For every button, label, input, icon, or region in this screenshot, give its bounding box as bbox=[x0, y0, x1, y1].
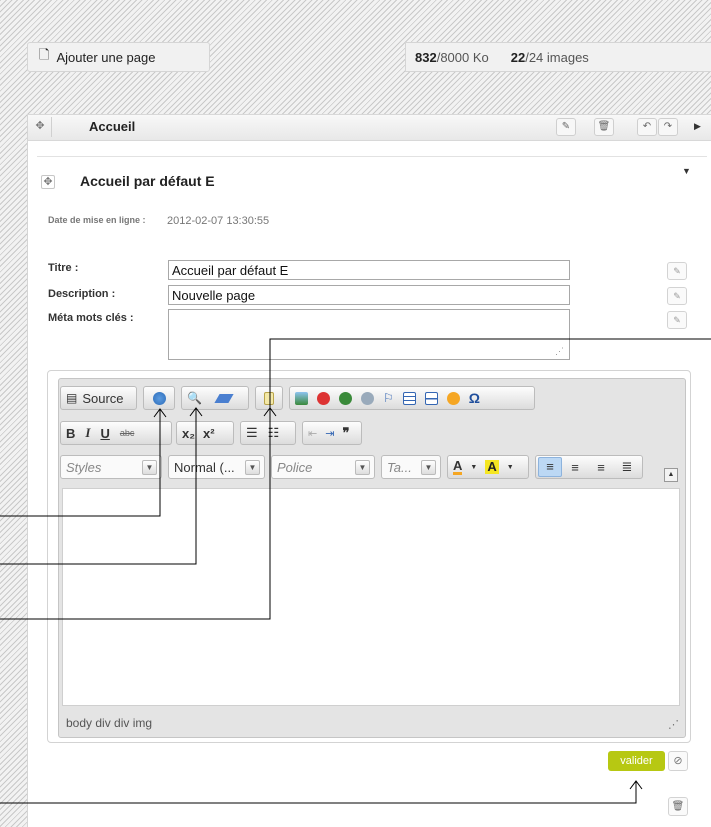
bg-color-arrow-icon[interactable]: ▼ bbox=[507, 464, 514, 471]
color-group: A ▼ A ▼ bbox=[447, 455, 529, 479]
flash-icon[interactable] bbox=[317, 391, 330, 405]
blockquote-icon[interactable]: ❞ bbox=[342, 425, 349, 441]
trash-icon[interactable]: 🗑 bbox=[594, 118, 614, 136]
numbered-list-icon[interactable]: ☰ bbox=[246, 425, 258, 441]
page-icon: 🗋 bbox=[39, 47, 50, 62]
images-total: /24 images bbox=[525, 49, 589, 65]
meta-edit-pencil-icon[interactable]: ✎ bbox=[667, 311, 687, 329]
maximize-icon bbox=[152, 391, 166, 405]
styles-combo-label: Styles bbox=[66, 459, 102, 475]
source-icon: ▤ bbox=[66, 391, 78, 405]
alignment-group: ≡ ≡ ≡ ≣ bbox=[535, 455, 643, 479]
unlink-icon[interactable] bbox=[361, 391, 374, 405]
date-value: 2012-02-07 13:30:55 bbox=[167, 215, 270, 227]
description-edit-pencil-icon[interactable]: ✎ bbox=[667, 287, 687, 305]
description-label: Description : bbox=[48, 288, 116, 300]
title-edit-pencil-icon[interactable]: ✎ bbox=[667, 262, 687, 280]
textarea-resize-icon[interactable]: ⋰ bbox=[555, 346, 564, 357]
templates-icon bbox=[264, 391, 274, 405]
size-combo[interactable]: Ta... ▼ bbox=[381, 455, 441, 479]
indent-icon[interactable]: ⇥ bbox=[325, 427, 334, 440]
add-page-label: Ajouter une page bbox=[56, 49, 156, 65]
text-color-button[interactable]: A bbox=[453, 459, 463, 475]
templates-button[interactable] bbox=[255, 386, 283, 410]
outdent-icon[interactable]: ⇤ bbox=[308, 427, 317, 440]
edit-pencil-icon[interactable]: ✎ bbox=[556, 118, 576, 136]
styles-combo[interactable]: Styles ▼ bbox=[60, 455, 162, 479]
font-combo[interactable]: Police ▼ bbox=[271, 455, 375, 479]
script-group: x₂ x² bbox=[176, 421, 234, 445]
table-icon[interactable] bbox=[402, 391, 416, 405]
smiley-icon[interactable] bbox=[446, 391, 460, 405]
bg-color-button[interactable]: A bbox=[485, 460, 499, 474]
collapse-toolbar-icon[interactable]: ▲ bbox=[664, 468, 678, 482]
list-group: ☰ ☷ bbox=[240, 421, 296, 445]
validate-button[interactable]: valider bbox=[608, 751, 665, 771]
dropdown-arrow-icon: ▼ bbox=[245, 459, 260, 475]
text-color-arrow-icon[interactable]: ▼ bbox=[470, 464, 477, 471]
header-divider bbox=[51, 117, 52, 137]
editor-content-area[interactable] bbox=[62, 488, 680, 706]
meta-keywords-label: Méta mots clés : bbox=[48, 312, 134, 324]
cancel-icon[interactable]: ⊘ bbox=[668, 751, 688, 771]
element-path: body div div img bbox=[66, 716, 153, 730]
underline-button[interactable]: U bbox=[100, 426, 109, 441]
source-button[interactable]: ▤ Source bbox=[60, 386, 137, 410]
basic-style-group: B I U abc bbox=[60, 421, 172, 445]
maximize-button[interactable] bbox=[143, 386, 175, 410]
justify-icon[interactable]: ≣ bbox=[614, 459, 640, 475]
quota-indicator: 832 /8000 Ko 22 /24 images bbox=[405, 42, 711, 72]
meta-keywords-field[interactable] bbox=[168, 309, 570, 360]
images-used: 22 bbox=[510, 49, 526, 65]
dropdown-arrow-icon: ▼ bbox=[421, 459, 436, 475]
dropdown-arrow-icon: ▼ bbox=[355, 459, 370, 475]
eraser-icon[interactable] bbox=[214, 393, 234, 403]
image-icon[interactable] bbox=[295, 391, 308, 405]
format-combo-label: Normal (... bbox=[174, 459, 235, 475]
title-label: Titre : bbox=[48, 262, 79, 274]
add-page-button[interactable]: 🗋 Ajouter une page bbox=[27, 42, 210, 72]
dropdown-arrow-icon: ▼ bbox=[142, 459, 157, 475]
editor-resize-icon[interactable]: ⋰ bbox=[668, 718, 679, 731]
source-label: Source bbox=[82, 390, 124, 406]
section-title: Accueil par défaut E bbox=[80, 173, 215, 189]
storage-used: 832 bbox=[415, 49, 437, 65]
section-divider bbox=[37, 156, 707, 157]
sub-move-handle-icon[interactable]: ✥ bbox=[41, 175, 55, 189]
format-combo[interactable]: Normal (... ▼ bbox=[168, 455, 265, 479]
panel-title: Accueil bbox=[89, 119, 136, 134]
bold-button[interactable]: B bbox=[66, 426, 75, 441]
italic-button[interactable]: I bbox=[85, 425, 90, 441]
preview-eraser-group: 🔍 bbox=[181, 386, 249, 410]
expand-arrow-icon[interactable]: ▶ bbox=[694, 121, 701, 132]
special-char-omega-icon[interactable]: Ω bbox=[469, 390, 480, 406]
align-right-icon[interactable]: ≡ bbox=[588, 460, 614, 475]
caret-down-icon[interactable]: ▼ bbox=[682, 166, 691, 176]
anchor-flag-icon[interactable]: ⚐ bbox=[383, 391, 394, 405]
strike-button[interactable]: abc bbox=[120, 428, 135, 438]
redo-icon[interactable]: ↷ bbox=[658, 118, 678, 136]
description-field[interactable] bbox=[168, 285, 570, 305]
subscript-button[interactable]: x₂ bbox=[182, 426, 195, 441]
horizontal-rule-icon[interactable] bbox=[424, 391, 438, 405]
storage-total: /8000 Ko bbox=[436, 49, 489, 65]
date-label: Date de mise en ligne : bbox=[48, 215, 146, 225]
align-left-icon[interactable]: ≡ bbox=[538, 457, 562, 477]
font-combo-label: Police bbox=[277, 459, 313, 475]
indent-group: ⇤ ⇥ ❞ bbox=[302, 421, 362, 445]
preview-icon[interactable]: 🔍 bbox=[187, 391, 202, 405]
undo-icon[interactable]: ↶ bbox=[637, 118, 657, 136]
insert-toolbar: ⚐ Ω bbox=[289, 386, 535, 410]
align-center-icon[interactable]: ≡ bbox=[562, 460, 588, 475]
move-handle-icon[interactable]: ✥ bbox=[33, 120, 47, 134]
delete-trash-icon[interactable]: 🗑 bbox=[668, 797, 688, 816]
size-combo-label: Ta... bbox=[387, 459, 412, 475]
link-icon[interactable] bbox=[339, 391, 352, 405]
title-field[interactable] bbox=[168, 260, 570, 280]
bullet-list-icon[interactable]: ☷ bbox=[268, 425, 280, 441]
superscript-button[interactable]: x² bbox=[203, 426, 215, 441]
